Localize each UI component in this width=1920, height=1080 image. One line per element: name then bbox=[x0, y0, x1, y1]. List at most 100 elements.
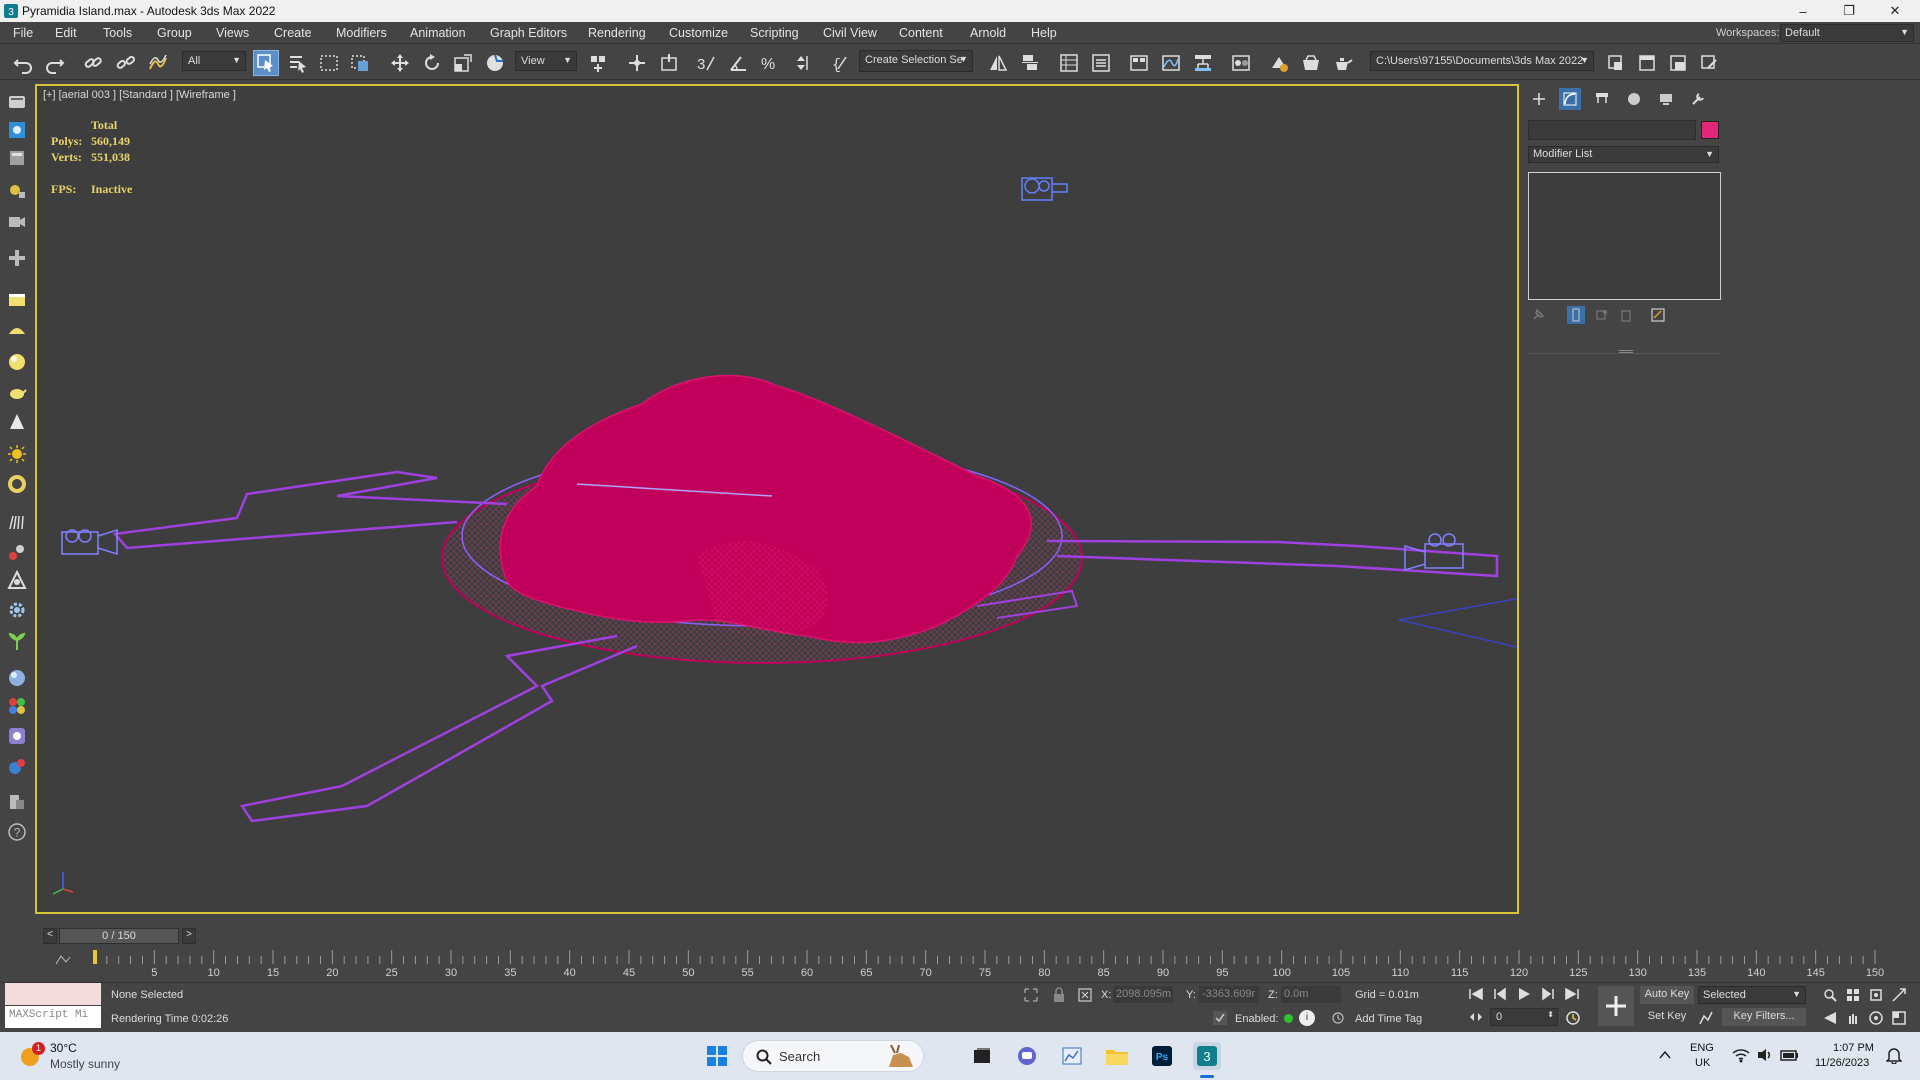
menu-modifiers[interactable]: Modifiers bbox=[336, 26, 387, 40]
maximize-button[interactable]: ❐ bbox=[1826, 0, 1872, 22]
display-tab[interactable] bbox=[1655, 88, 1677, 110]
menu-customize[interactable]: Customize bbox=[669, 26, 728, 40]
time-slider-prev-button[interactable]: < bbox=[43, 928, 57, 944]
named-selection-set-dropdown[interactable]: Create Selection Se ▼ bbox=[859, 50, 973, 72]
display-cameras-button[interactable] bbox=[5, 210, 29, 234]
menu-rendering[interactable]: Rendering bbox=[588, 26, 646, 40]
scene-explorer-button[interactable] bbox=[1056, 50, 1082, 76]
zoom-all-button[interactable] bbox=[1845, 987, 1861, 1006]
schematic-view-button[interactable] bbox=[1190, 50, 1216, 76]
hierarchy-tab[interactable] bbox=[1591, 88, 1613, 110]
absolute-mode-button[interactable] bbox=[1077, 987, 1093, 1006]
mirror-button[interactable] bbox=[985, 50, 1011, 76]
plane-primitive-button[interactable] bbox=[5, 318, 29, 342]
3dsmax-taskbar-button[interactable]: 3 bbox=[1193, 1042, 1221, 1070]
render-setup-button[interactable] bbox=[1266, 50, 1292, 76]
render-frame-button[interactable] bbox=[5, 724, 29, 748]
key-set-dropdown[interactable]: Selected ▼ bbox=[1698, 986, 1806, 1004]
sun-light-button[interactable] bbox=[5, 442, 29, 466]
modifier-list-dropdown[interactable]: Modifier List ▼ bbox=[1528, 146, 1719, 163]
scale-button[interactable] bbox=[450, 50, 476, 76]
link-button[interactable] bbox=[80, 50, 106, 76]
menu-edit[interactable]: Edit bbox=[55, 26, 77, 40]
move-button[interactable] bbox=[387, 50, 413, 76]
maximize-viewport-button[interactable] bbox=[1891, 1010, 1907, 1029]
project-settings-button[interactable] bbox=[1696, 50, 1722, 76]
select-tool-button[interactable] bbox=[5, 90, 29, 114]
field-of-view-button[interactable] bbox=[1822, 1010, 1838, 1029]
project-folder-button[interactable] bbox=[1603, 50, 1629, 76]
previous-frame-button[interactable] bbox=[1492, 987, 1508, 1004]
info-button[interactable]: i bbox=[1299, 1010, 1315, 1026]
configure-modifier-sets-button[interactable] bbox=[1651, 308, 1665, 325]
notifications-button[interactable] bbox=[1885, 1046, 1903, 1067]
select-object-button[interactable] bbox=[253, 50, 279, 76]
menu-graph-editors[interactable]: Graph Editors bbox=[490, 26, 567, 40]
minimize-button[interactable]: – bbox=[1780, 0, 1826, 22]
timeline-playhead[interactable] bbox=[93, 950, 97, 964]
torus-primitive-button[interactable] bbox=[5, 472, 29, 496]
window-crossing-button[interactable] bbox=[347, 50, 373, 76]
key-mode-button[interactable] bbox=[1468, 1010, 1484, 1027]
taskbar-search-box[interactable]: Search bbox=[742, 1040, 924, 1072]
add-time-tag-link[interactable]: Add Time Tag bbox=[1355, 1013, 1422, 1025]
z-coord-field[interactable]: 0.0m bbox=[1281, 986, 1341, 1003]
maxscript-mini-listener[interactable]: MAXScript Mi bbox=[5, 1006, 101, 1028]
menu-create[interactable]: Create bbox=[274, 26, 312, 40]
rectangular-selection-button[interactable] bbox=[316, 50, 342, 76]
display-geometry-button[interactable] bbox=[5, 118, 29, 142]
pin-stack-button[interactable] bbox=[1531, 308, 1545, 325]
edit-named-selection-button[interactable]: { bbox=[827, 50, 853, 76]
menu-arnold[interactable]: Arnold bbox=[970, 26, 1006, 40]
unlink-button[interactable] bbox=[112, 50, 138, 76]
adaptive-degradation-button[interactable] bbox=[1212, 1010, 1228, 1029]
make-unique-button[interactable] bbox=[1595, 308, 1609, 325]
project-save-button[interactable] bbox=[1665, 50, 1691, 76]
display-spacewarps-button[interactable] bbox=[5, 288, 29, 312]
material-sphere-button[interactable] bbox=[5, 666, 29, 690]
clock-time[interactable]: 1:07 PM bbox=[1833, 1042, 1874, 1054]
bind-space-warp-button[interactable] bbox=[145, 50, 171, 76]
weather-description[interactable]: Mostly sunny bbox=[50, 1057, 120, 1071]
render-production-button[interactable] bbox=[1330, 50, 1356, 76]
menu-scripting[interactable]: Scripting bbox=[750, 26, 799, 40]
y-coord-field[interactable]: -3363.609r bbox=[1199, 986, 1259, 1003]
rotate-button[interactable] bbox=[419, 50, 445, 76]
menu-animation[interactable]: Animation bbox=[410, 26, 466, 40]
selection-lock-button[interactable] bbox=[1052, 987, 1066, 1006]
time-slider-thumb[interactable]: 0 / 150 bbox=[59, 928, 179, 944]
scene-states-button[interactable] bbox=[5, 790, 29, 814]
menu-group[interactable]: Group bbox=[157, 26, 192, 40]
menu-content[interactable]: Content bbox=[899, 26, 943, 40]
cone-primitive-button[interactable] bbox=[5, 410, 29, 434]
angle-snap-button[interactable] bbox=[725, 50, 751, 76]
redo-button[interactable] bbox=[42, 50, 68, 76]
curve-editor-toggle[interactable] bbox=[55, 954, 71, 969]
language-indicator-bottom[interactable]: UK bbox=[1695, 1057, 1710, 1069]
show-hidden-icons-button[interactable] bbox=[1658, 1048, 1672, 1065]
weather-temperature[interactable]: 30°C bbox=[50, 1041, 77, 1055]
time-configuration-button[interactable] bbox=[1565, 1010, 1581, 1029]
hair-fur-button[interactable] bbox=[5, 510, 29, 534]
object-color-swatch[interactable] bbox=[1701, 121, 1719, 139]
set-keys-button[interactable] bbox=[1598, 986, 1634, 1026]
material-browser-button[interactable] bbox=[5, 694, 29, 718]
sphere-primitive-button[interactable] bbox=[5, 350, 29, 374]
task-view-button[interactable] bbox=[968, 1042, 996, 1070]
foliage-button[interactable] bbox=[5, 630, 29, 654]
go-to-start-button[interactable] bbox=[1468, 987, 1484, 1004]
rendered-frame-window-button[interactable] bbox=[1298, 50, 1324, 76]
teams-chat-button[interactable] bbox=[1013, 1042, 1041, 1070]
zoom-extents-button[interactable] bbox=[1868, 987, 1884, 1006]
app-analytics-button[interactable] bbox=[1058, 1042, 1086, 1070]
set-key-button[interactable]: Set Key bbox=[1640, 1008, 1694, 1026]
current-frame-field[interactable]: 0 ⬍ bbox=[1490, 1008, 1558, 1026]
undo-button[interactable] bbox=[10, 50, 36, 76]
arnold-render-button[interactable] bbox=[5, 754, 29, 778]
project-open-button[interactable] bbox=[1634, 50, 1660, 76]
motion-tab[interactable] bbox=[1623, 88, 1645, 110]
orbit-button[interactable] bbox=[1868, 1010, 1884, 1029]
snaps-toggle-button[interactable]: 3 bbox=[693, 50, 719, 76]
particles-button[interactable] bbox=[5, 540, 29, 564]
curve-editor-button[interactable] bbox=[1158, 50, 1184, 76]
